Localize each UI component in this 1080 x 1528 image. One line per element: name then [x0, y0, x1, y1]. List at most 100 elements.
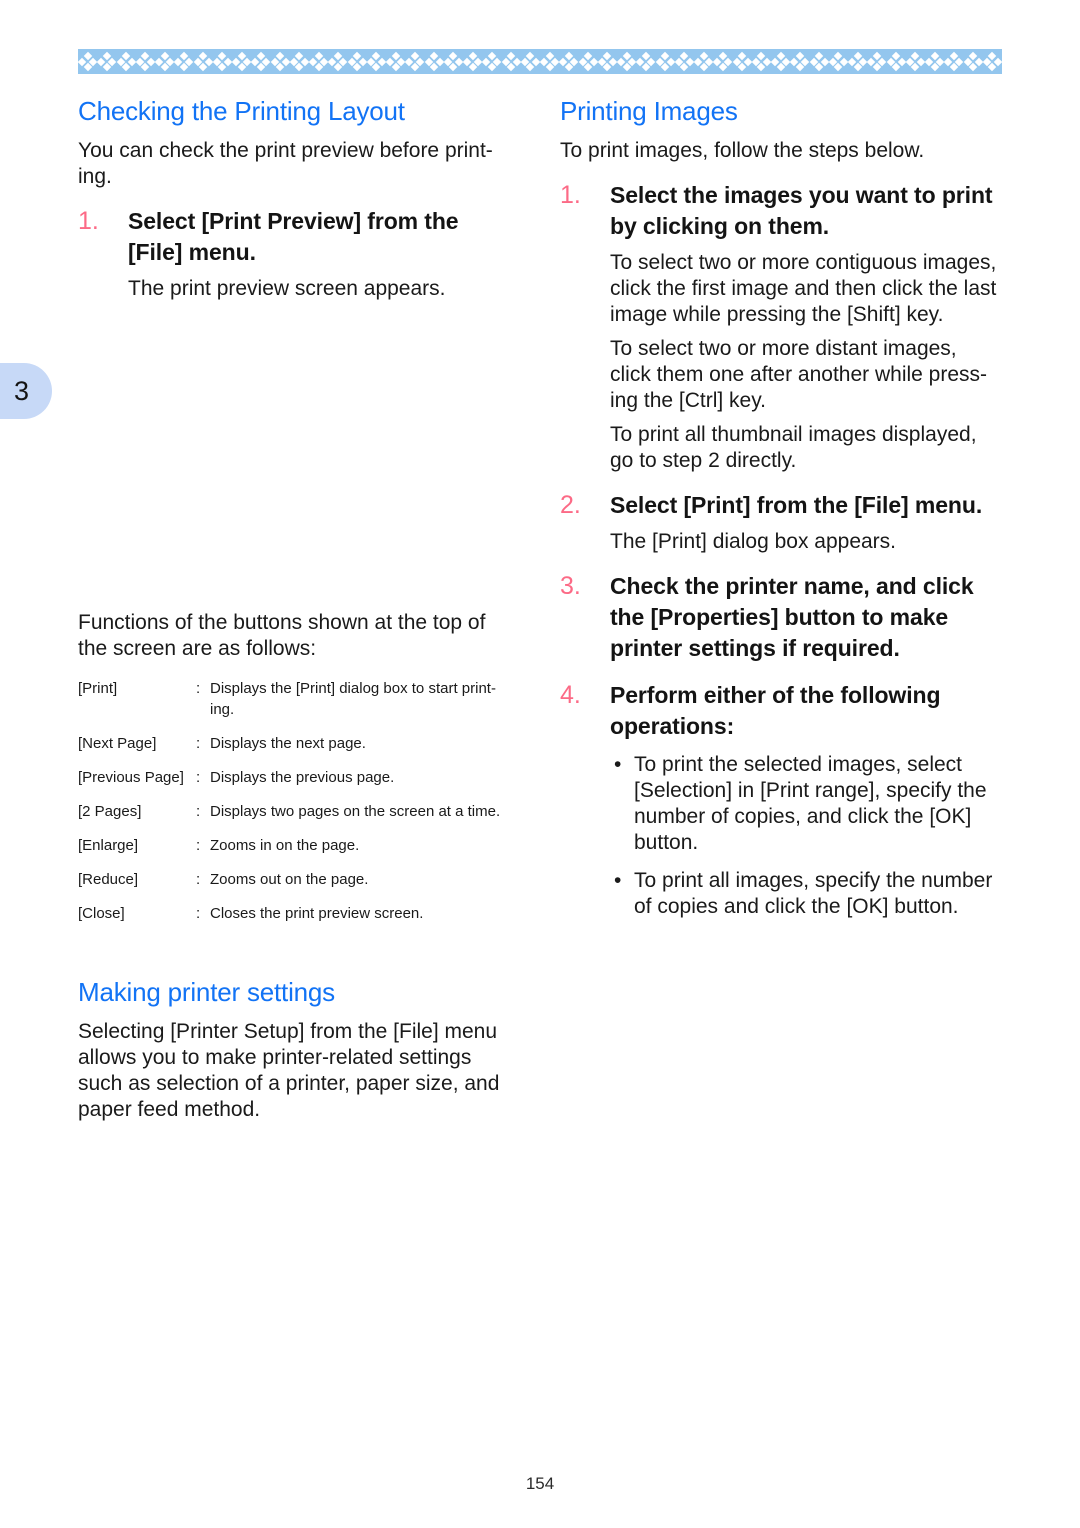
- table-cell-button-label: [Close]: [78, 905, 125, 922]
- clover-diamond-icon: [751, 51, 771, 72]
- clover-diamond-icon: [385, 51, 406, 72]
- clover-diamond-icon: [616, 51, 637, 72]
- table-row: [Reduce]: Zooms out on the page.: [78, 869, 518, 903]
- clover-diamond-icon: [308, 51, 329, 72]
- clover-diamond-icon: [905, 51, 925, 72]
- table-cell-colon: :: [196, 680, 201, 697]
- clover-diamond-icon: [655, 51, 675, 72]
- left-column: Checking the Printing Layout You can che…: [78, 96, 518, 1133]
- clover-diamond-icon: [636, 51, 656, 72]
- button-functions-table: [Print]: Displays the [Print] dialog box …: [78, 678, 518, 937]
- step-item: 1. Select [Print Preview] from the [File…: [78, 206, 518, 268]
- table-cell-description: Displays the [Print] dialog box to start…: [210, 680, 496, 718]
- table-row: [Close]: Closes the print preview screen.: [78, 903, 518, 937]
- clover-diamond-icon: [578, 51, 598, 72]
- clover-diamond-icon: [193, 51, 213, 72]
- table-cell-description: Displays two pages on the screen at a ti…: [210, 803, 501, 820]
- clover-diamond-icon: [251, 51, 271, 72]
- table-cell-colon: :: [196, 871, 201, 888]
- step-title: Check the printer name, and click the [P…: [610, 573, 974, 661]
- making-printer-settings-paragraph: Selecting [Printer Setup] from the [File…: [78, 1020, 500, 1121]
- clover-diamond-icon: [78, 51, 98, 72]
- button-functions-table-body: [Print]: Displays the [Print] dialog box …: [78, 678, 518, 937]
- section-heading-checking-printing-layout: Checking the Printing Layout: [78, 96, 405, 126]
- clover-diamond-icon: [809, 51, 829, 72]
- clover-diamond-icon: [559, 51, 579, 72]
- clover-diamond-icon: [963, 51, 983, 72]
- clover-diamond-icon: [462, 51, 483, 72]
- clover-diamond-icon: [539, 51, 560, 72]
- table-cell-description: Displays the previous page.: [210, 769, 395, 786]
- step-title: Select [Print Preview] from the [File] m…: [128, 208, 459, 265]
- clover-diamond-icon: [231, 51, 252, 72]
- clover-diamond-icon: [520, 51, 540, 72]
- clover-diamond-icon: [828, 51, 848, 72]
- table-cell-description: Zooms in on the page.: [210, 837, 360, 854]
- clover-diamond-icon: [289, 51, 309, 72]
- step-body-text: To print all thumbnail images displayed,…: [610, 423, 977, 472]
- step-item: 3. Check the printer name, and click the …: [560, 571, 1000, 664]
- clover-diamond-icon: [693, 51, 714, 72]
- clover-diamond-icon: [405, 51, 425, 72]
- table-cell-button-label: [Previous Page]: [78, 769, 184, 786]
- table-cell-button-label: [Reduce]: [78, 871, 139, 888]
- right-column: Printing Images To print images, follow …: [560, 96, 1000, 932]
- page-number: 154: [525, 1474, 555, 1493]
- clover-diamond-icon: [944, 51, 964, 72]
- step-number: 3.: [560, 572, 581, 600]
- operation-bullet-list: • To print the selected images, select [S…: [610, 752, 1000, 920]
- step-body-text: To select two or more distant images, cl…: [610, 337, 988, 412]
- header-ornament-band: [78, 49, 1002, 74]
- clover-diamond-icon: [212, 51, 232, 72]
- chapter-tab: 3: [0, 363, 52, 419]
- table-cell-description: Zooms out on the page.: [210, 871, 369, 888]
- step-body-text: To select two or more contiguous images,…: [610, 251, 997, 326]
- clover-diamond-icon: [366, 51, 386, 72]
- list-item: • To print the selected images, select [S…: [610, 752, 1000, 856]
- table-cell-description: Displays the next page.: [210, 735, 366, 752]
- clover-diamond-icon: [501, 51, 521, 72]
- clover-diamond-icon: [347, 51, 367, 72]
- clover-diamond-icon: [482, 51, 502, 72]
- table-cell-colon: :: [196, 735, 201, 752]
- clover-diamond-icon: [154, 51, 175, 72]
- bullet-dot-icon: •: [614, 753, 622, 776]
- table-cell-colon: :: [196, 905, 201, 922]
- clover-diamond-icon: [597, 51, 617, 72]
- step-body: To select two or more contiguous images,…: [610, 250, 1000, 474]
- clover-diamond-icon: [886, 51, 906, 72]
- step-item: 1. Select the images you want to print by…: [560, 180, 1000, 242]
- list-item: • To print all images, specify the number…: [610, 868, 1000, 920]
- step-title: Select [Print] from the [File] menu.: [610, 492, 983, 518]
- section-heading-printing-images: Printing Images: [560, 96, 738, 126]
- clover-diamond-icon: [135, 51, 155, 72]
- step-item: 4. Perform either of the following operat…: [560, 680, 1000, 742]
- bullet-dot-icon: •: [614, 869, 622, 892]
- printing-images-steps: 1. Select the images you want to print by…: [560, 180, 1000, 742]
- table-cell-colon: :: [196, 803, 201, 820]
- clover-diamond-icon: [674, 51, 694, 72]
- step-title: Perform either of the following operatio…: [610, 682, 941, 739]
- clover-diamond-icon: [328, 51, 348, 72]
- table-cell-description: Closes the print preview screen.: [210, 905, 424, 922]
- clover-diamond-icon: [713, 51, 733, 72]
- clover-diamond-icon: [924, 51, 945, 72]
- step-body-text: The print preview screen appears.: [128, 277, 446, 300]
- table-cell-button-label: [Print]: [78, 680, 118, 697]
- clover-diamond-icon: [97, 51, 117, 72]
- table-cell-button-label: [2 Pages]: [78, 803, 142, 820]
- step-item: 2. Select [Print] from the [File] menu.: [560, 490, 1000, 521]
- list-item-text: To print the selected images, select [Se…: [634, 753, 987, 854]
- step-number: 4.: [560, 681, 581, 709]
- chapter-tab-number: 3: [14, 376, 30, 406]
- clover-diamond-icon: [270, 51, 290, 72]
- clover-diamond-icon: [443, 51, 463, 72]
- step-title: Select the images you want to print by c…: [610, 182, 993, 239]
- left-intro-paragraph: You can check the print preview before p…: [78, 139, 493, 188]
- step-body-text: The [Print] dialog box appears.: [610, 530, 897, 553]
- section-heading-making-printer-settings: Making printer settings: [78, 977, 335, 1007]
- clover-diamond-icon: [867, 51, 887, 72]
- clover-diamond-icon: [790, 51, 810, 72]
- table-row: [Next Page]: Displays the next page.: [78, 733, 518, 767]
- figure-placeholder-print-preview: [78, 310, 518, 610]
